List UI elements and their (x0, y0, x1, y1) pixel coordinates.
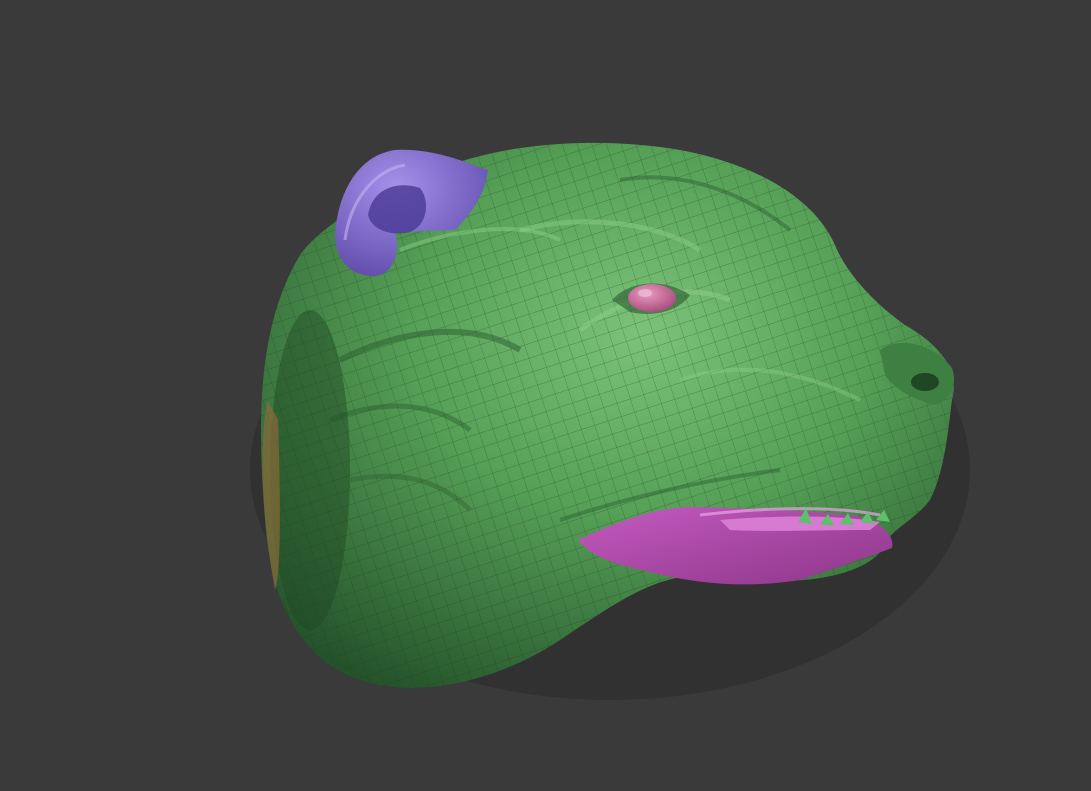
3d-viewport[interactable] (0, 0, 1091, 791)
sculpt-render (250, 142, 970, 700)
